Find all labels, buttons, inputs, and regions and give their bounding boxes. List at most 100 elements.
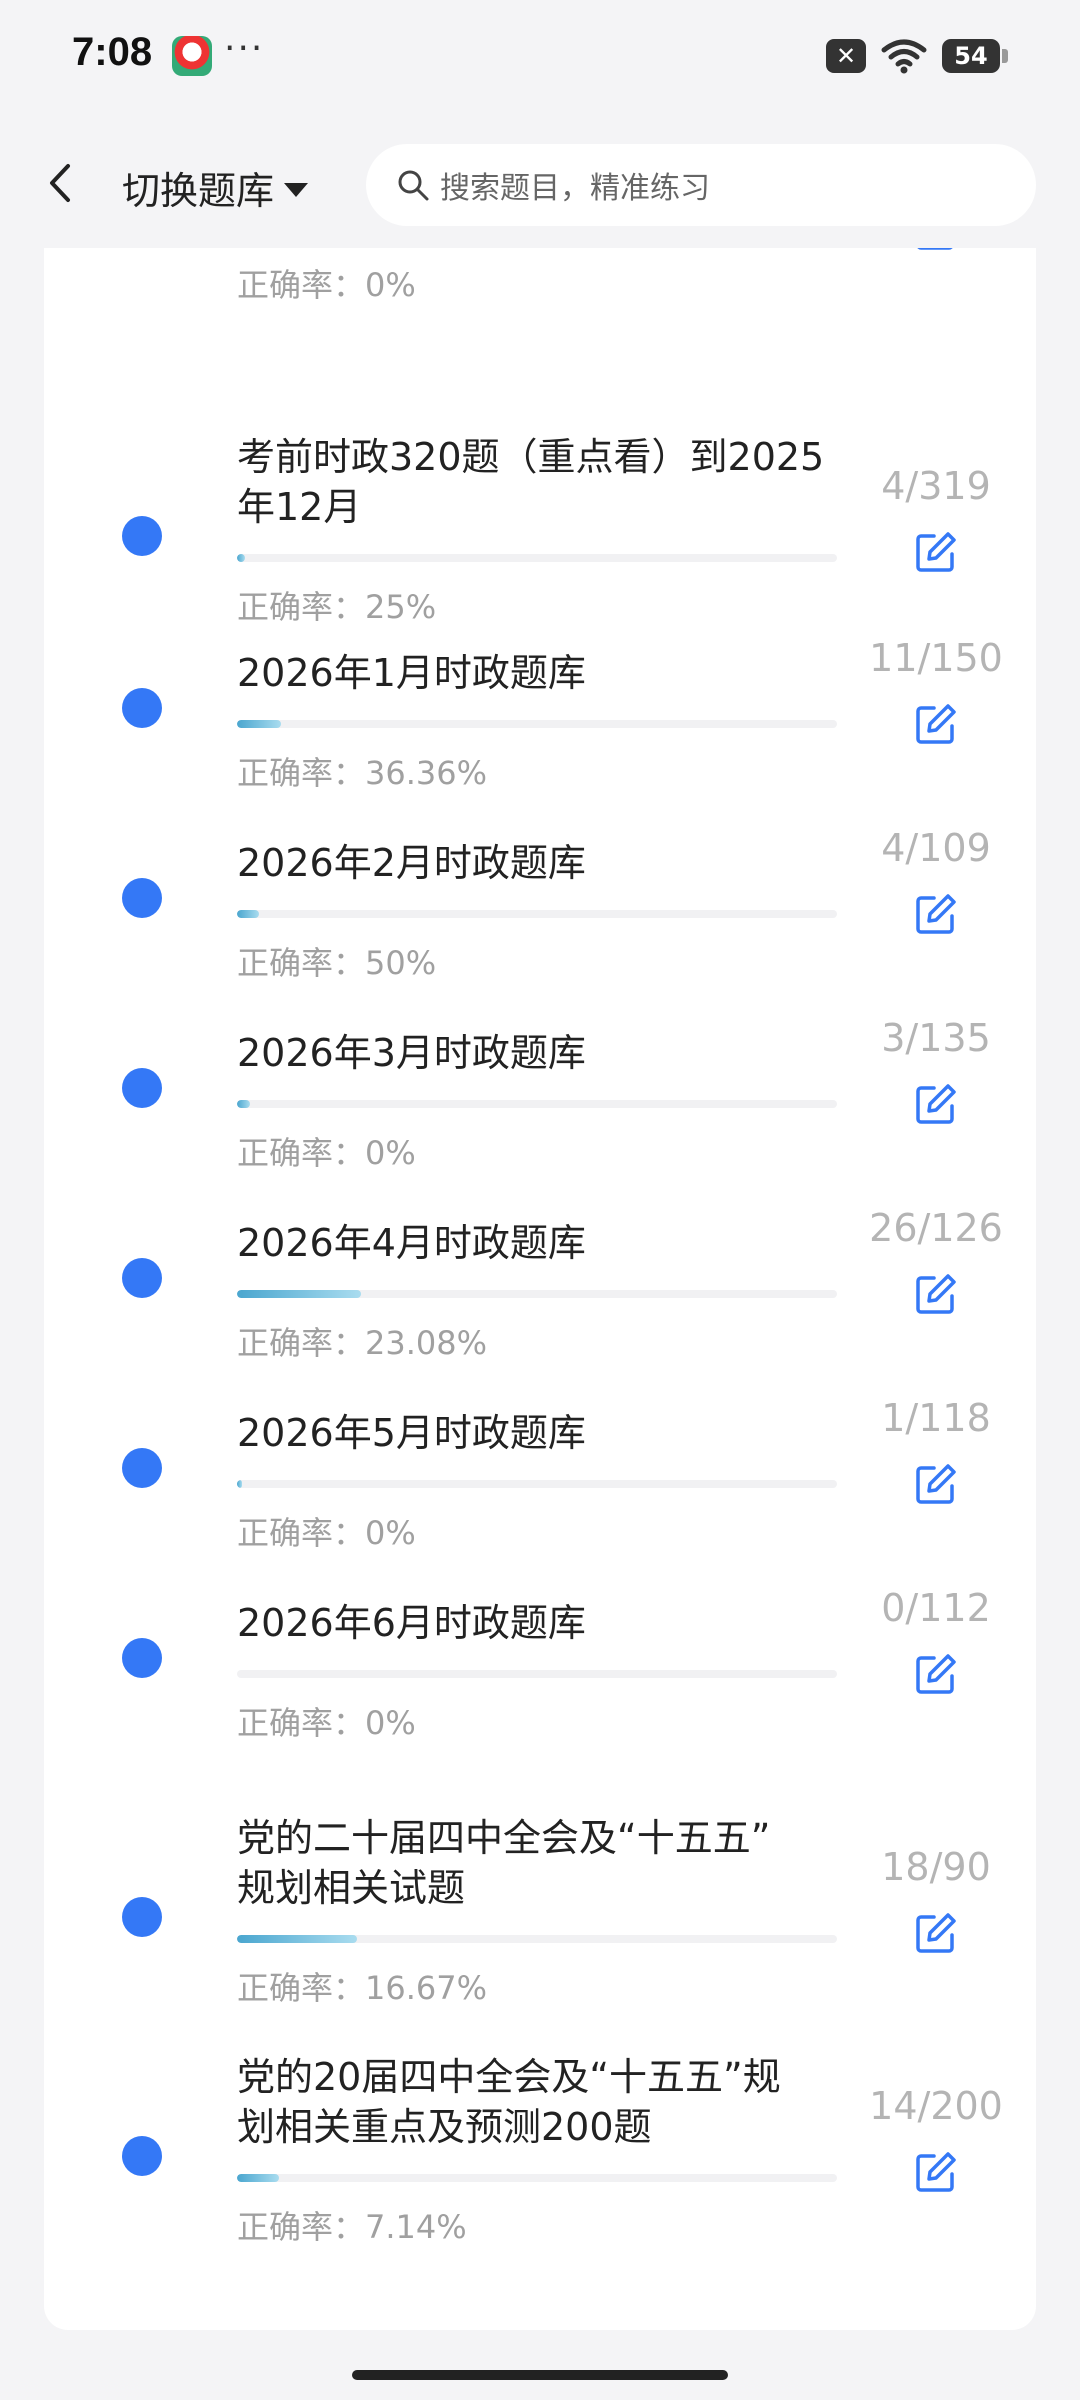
switch-bank-label: 切换题库 [122, 169, 275, 213]
progress-count: 18/90 [881, 1845, 991, 1889]
accuracy-value: 16.67% [365, 1969, 488, 2007]
progress-count: 11/150 [869, 636, 1003, 680]
progress-count: 14/200 [869, 2084, 1003, 2128]
status-dot [122, 2136, 162, 2176]
accuracy-value: 7.14% [365, 2208, 467, 2246]
list-item[interactable]: 2026年6月时政题库 正确率：0% 0/112 [44, 1586, 1036, 1788]
item-title: 2026年3月时政题库 [237, 1028, 877, 1078]
item-title-line1: 党的二十届四中全会及“十五五” [237, 1816, 771, 1860]
question-bank-card: 考前时政320题（重点看）到2025年8月正确率：0%0/319考前时政320题… [44, 150, 1036, 2330]
status-dot [122, 1448, 162, 1488]
progress-bar [237, 1935, 837, 1943]
accuracy-label: 正确率： [237, 754, 366, 792]
search-placeholder: 搜索题目，精准练习 [440, 171, 710, 206]
status-dot [122, 516, 162, 556]
item-title-line1: 2026年3月时政题库 [237, 1031, 586, 1075]
accuracy-value: 23.08% [365, 1324, 488, 1362]
progress-bar [237, 1480, 837, 1488]
list-item[interactable]: 2026年5月时政题库 正确率：0% 1/118 [44, 1396, 1036, 1598]
accuracy-label: 正确率： [237, 944, 366, 982]
progress-fill [237, 1480, 243, 1488]
progress-bar [237, 2174, 837, 2182]
item-title: 2026年5月时政题库 [237, 1408, 877, 1458]
progress-count: 0/112 [881, 1586, 991, 1630]
edit-practice-icon[interactable] [914, 702, 958, 746]
item-title-line2: 年12月 [237, 485, 362, 529]
item-title: 2026年4月时政题库 [237, 1218, 877, 1268]
search-input[interactable]: 搜索题目，精准练习 [366, 144, 1036, 226]
status-time: 7:08 [72, 30, 153, 74]
home-indicator[interactable] [352, 2370, 728, 2380]
status-dot [122, 878, 162, 918]
search-icon [398, 170, 429, 201]
edit-practice-icon[interactable] [914, 1462, 958, 1506]
item-title: 党的20届四中全会及“十五五”规 划相关重点及预测200题 [237, 2052, 877, 2152]
progress-fill [237, 1100, 251, 1108]
progress-count: 26/126 [869, 1206, 1003, 1250]
list-item[interactable]: 2026年1月时政题库 正确率：36.36% 11/150 [44, 636, 1036, 838]
progress-count: 4/109 [881, 826, 991, 870]
accuracy-text: 正确率：0% [237, 1128, 416, 1174]
edit-practice-icon[interactable] [914, 530, 958, 574]
progress-fill [237, 1290, 361, 1298]
edit-practice-icon[interactable] [914, 1272, 958, 1316]
item-title-line2: 规划相关试题 [237, 1866, 466, 1910]
accuracy-label: 正确率： [237, 2208, 366, 2246]
accuracy-label: 正确率： [237, 1324, 366, 1362]
list-item[interactable]: 2026年2月时政题库 正确率：50% 4/109 [44, 826, 1036, 1028]
status-dot [122, 1897, 162, 1937]
edit-practice-icon[interactable] [914, 892, 958, 936]
top-nav: 切换题库 搜索题目，精准练习 [0, 118, 1080, 248]
list-item[interactable]: 党的二十届四中全会及“十五五” 规划相关试题 正确率：16.67% 18/90 [44, 1813, 1036, 2053]
accuracy-label: 正确率： [237, 1134, 366, 1172]
edit-practice-icon[interactable] [914, 1652, 958, 1696]
accuracy-text: 正确率：25% [237, 582, 436, 628]
list-item[interactable]: 党的20届四中全会及“十五五”规 划相关重点及预测200题正确率：7.14% 14/… [44, 2052, 1036, 2292]
back-arrow-icon[interactable] [40, 158, 80, 208]
edit-practice-icon[interactable] [914, 1911, 958, 1955]
progress-fill [237, 910, 260, 918]
accuracy-text: 正确率：0% [237, 1508, 416, 1554]
progress-bar [237, 720, 837, 728]
progress-count: 1/118 [881, 1396, 991, 1440]
accuracy-text: 正确率：16.67% [237, 1963, 487, 2009]
edit-practice-icon[interactable] [914, 1082, 958, 1126]
progress-fill [237, 554, 245, 562]
edit-practice-icon[interactable] [914, 2150, 958, 2194]
item-title: 党的二十届四中全会及“十五五” 规划相关试题 [237, 1813, 877, 1913]
status-dot [122, 1638, 162, 1678]
caret-down-icon [284, 182, 309, 197]
accuracy-value: 36.36% [365, 754, 488, 792]
progress-bar [237, 1100, 837, 1108]
progress-fill [237, 2174, 279, 2182]
progress-count: 4/319 [881, 464, 991, 508]
app-notification-icon [172, 36, 212, 76]
accuracy-label: 正确率： [237, 588, 366, 626]
accuracy-value: 50% [365, 944, 437, 982]
status-dot [122, 688, 162, 728]
progress-fill [237, 1935, 357, 1943]
accuracy-text: 正确率：23.08% [237, 1318, 487, 1364]
accuracy-text: 正确率：0% [237, 260, 416, 306]
accuracy-text: 正确率：0% [237, 1698, 416, 1744]
accuracy-label: 正确率： [237, 266, 366, 304]
switch-bank-dropdown[interactable]: 切换题库 [122, 160, 309, 215]
status-dot [122, 1258, 162, 1298]
item-title-line1: 2026年2月时政题库 [237, 841, 586, 885]
list-item[interactable]: 2026年4月时政题库 正确率：23.08% 26/126 [44, 1206, 1036, 1408]
accuracy-text: 正确率：36.36% [237, 748, 487, 794]
accuracy-value: 25% [365, 588, 437, 626]
item-title-line1: 2026年5月时政题库 [237, 1411, 586, 1455]
list-item[interactable]: 2026年3月时政题库 正确率：0% 3/135 [44, 1016, 1036, 1218]
battery-icon: 54 [942, 39, 1008, 73]
item-title-line1: 2026年6月时政题库 [237, 1601, 586, 1645]
accuracy-text: 正确率：7.14% [237, 2202, 467, 2248]
item-title-line1: 2026年4月时政题库 [237, 1221, 586, 1265]
accuracy-text: 正确率：50% [237, 938, 436, 984]
accuracy-value: 0% [365, 266, 416, 304]
accuracy-value: 0% [365, 1134, 416, 1172]
accuracy-value: 0% [365, 1704, 416, 1742]
progress-bar [237, 910, 837, 918]
accuracy-label: 正确率： [237, 1969, 366, 2007]
item-title-line1: 考前时政320题（重点看）到2025 [237, 435, 825, 479]
